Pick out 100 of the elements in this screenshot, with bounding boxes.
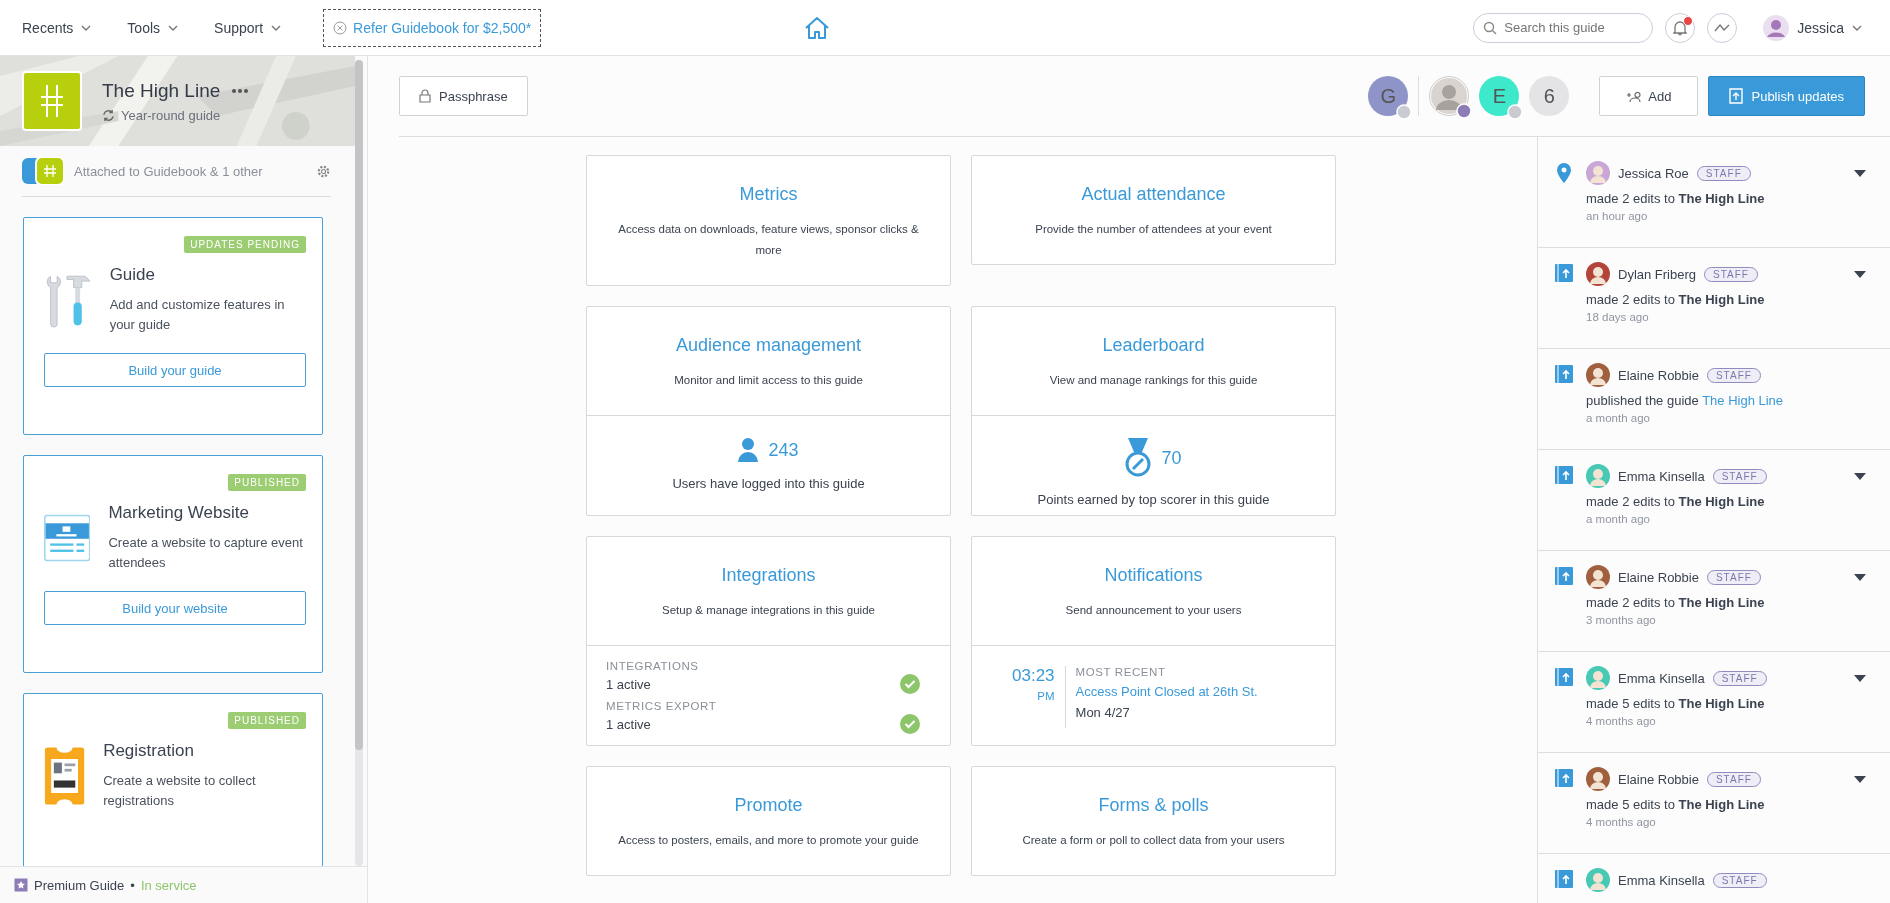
person-icon: [1430, 77, 1469, 115]
caret-icon: [1854, 674, 1866, 682]
staff-badge: STAFF: [1696, 165, 1751, 181]
stat-value: 70: [1161, 447, 1182, 469]
product-description: Create a website to collect registrations: [103, 772, 257, 810]
notification-period: PM: [1036, 690, 1055, 702]
search-field[interactable]: Search this guide: [1473, 12, 1654, 43]
caret-icon: [1854, 472, 1866, 480]
tool-description: Monitor and limit access to this guide: [673, 373, 864, 388]
publish-icon: [1729, 88, 1744, 104]
stat-caption: Users have logged into this guide: [671, 476, 866, 491]
guide-title: The High Line: [102, 79, 221, 102]
user-name: Emma Kinsella: [1618, 670, 1705, 686]
tool-description: Setup & manage integrations in this guide: [661, 603, 876, 618]
star-icon: [14, 878, 28, 892]
passphrase-button[interactable]: Passphrase: [399, 76, 528, 116]
close-icon: [333, 20, 348, 35]
upload-icon: [1555, 567, 1573, 585]
activity-button[interactable]: [1707, 12, 1738, 43]
status-badge: UPDATES PENDING: [184, 236, 306, 253]
tool-title: Leaderboard: [1101, 335, 1206, 356]
add-button[interactable]: Add: [1599, 76, 1699, 116]
attached-text: Attached to Guidebook & 1 other: [74, 163, 264, 179]
activity-text: made 2 edits to The High Line: [1586, 595, 1766, 610]
person-icon: [738, 438, 759, 462]
plan-status: In service: [140, 877, 197, 893]
activity-text: made 2 edits to The High Line: [1586, 191, 1766, 206]
tool-card[interactable]: Audience management Monitor and limit access to this guide 243 Users have logged into this guide: [586, 306, 951, 516]
activity-time: 4 months ago: [1586, 816, 1657, 828]
plan-name: Premium Guide: [34, 877, 125, 893]
settings-icon[interactable]: [316, 163, 331, 179]
tool-description: View and manage rankings for this guide: [1048, 373, 1259, 388]
upload-icon: [1555, 365, 1573, 383]
tool-card[interactable]: Integrations Setup & manage integrations in this guide INTEGRATIONS 1 active METRICS EXPORT 1 active: [586, 536, 951, 746]
product-title: Guide: [109, 265, 156, 285]
tool-card[interactable]: Leaderboard View and manage rankings for this guide 70 Points earned by top scorer in this guide: [971, 306, 1336, 516]
integration-value: 1 active: [606, 676, 651, 692]
location-pin-icon: [1557, 163, 1571, 183]
user-menu[interactable]: Jessica: [1757, 13, 1868, 42]
staff-badge: STAFF: [1712, 670, 1767, 686]
more-collaborators-count[interactable]: 6: [1529, 76, 1570, 116]
stat-caption: Points earned by top scorer in this guide: [1036, 492, 1271, 507]
bell-icon: [1673, 19, 1688, 36]
product-title: Registration: [103, 741, 195, 761]
integration-label: METRICS EXPORT: [606, 700, 718, 712]
expand-caret[interactable]: [1854, 573, 1866, 581]
activity-text: made 5 edits to The High Line: [1586, 696, 1766, 711]
user-name: Emma Kinsella: [1618, 872, 1705, 888]
staff-badge: STAFF: [1704, 266, 1758, 282]
notification-label: MOST RECENT: [1075, 666, 1167, 678]
caret-icon: [1854, 573, 1866, 581]
activity-time: a month ago: [1586, 513, 1651, 525]
notification-time: 03:23: [1012, 666, 1055, 686]
activity-time: 3 months ago: [1586, 614, 1657, 626]
tool-card[interactable]: Promote Access to posters, emails, and more to promote your guide: [586, 766, 951, 876]
product-title: Marketing Website: [108, 503, 250, 523]
menu-button[interactable]: Support: [214, 15, 282, 40]
status-badge: PUBLISHED: [228, 474, 306, 491]
user-name: Elaine Robbie: [1618, 569, 1699, 585]
tool-title: Forms & polls: [1097, 795, 1210, 816]
tool-card[interactable]: Metrics Access data on downloads, feature views, sponsor clicks & more: [586, 155, 951, 286]
expand-caret[interactable]: [1854, 775, 1866, 783]
separator-dot: •: [130, 877, 135, 893]
tool-title: Notifications: [1103, 565, 1204, 586]
tool-description: Provide the number of attendees at your event: [1034, 222, 1273, 237]
more-icon[interactable]: [232, 88, 249, 93]
logo-icon: [22, 71, 82, 131]
staff-badge: STAFF: [1706, 771, 1761, 787]
staff-badge: STAFF: [1712, 468, 1767, 484]
add-person-icon: [1626, 90, 1643, 102]
home-icon[interactable]: [804, 15, 831, 40]
scrollbar[interactable]: [355, 60, 363, 866]
expand-caret[interactable]: [1854, 472, 1866, 480]
chevron-down-icon: [1852, 24, 1862, 31]
user-name: Elaine Robbie: [1618, 367, 1699, 383]
tool-card[interactable]: Forms & polls Create a form or poll to collect data from your users: [971, 766, 1336, 876]
tool-card[interactable]: Notifications Send announcement to your users 03:23 PM MOST RECENT Access Point Closed at 26th St. Mon 4/27: [971, 536, 1336, 746]
tool-title: Promote: [733, 795, 804, 816]
user-name: Elaine Robbie: [1618, 771, 1699, 787]
chevron-down-icon: [168, 24, 179, 31]
tool-title: Integrations: [720, 565, 817, 586]
expand-caret[interactable]: [1854, 270, 1866, 278]
upload-icon: [1555, 769, 1573, 787]
collaborator-avatar[interactable]: [1429, 76, 1470, 116]
caret-icon: [1854, 169, 1866, 177]
activity-text: made 5 edits to The High Line: [1586, 797, 1766, 812]
expand-caret[interactable]: [1854, 169, 1866, 177]
upload-icon: [1555, 870, 1573, 888]
menu-button[interactable]: Recents: [22, 15, 92, 40]
notifications-button[interactable]: [1665, 12, 1696, 43]
lock-icon: [419, 89, 431, 103]
activity-text: made 2 edits to The High Line: [1586, 292, 1766, 307]
menu-button[interactable]: Tools: [127, 15, 179, 40]
expand-caret[interactable]: [1854, 674, 1866, 682]
tool-title: Actual attendance: [1080, 184, 1227, 205]
upload-icon: [1555, 466, 1573, 484]
medal-icon: [1125, 438, 1152, 478]
tool-card[interactable]: Actual attendance Provide the number of attendees at your event: [971, 155, 1336, 265]
activity-time: 4 months ago: [1586, 715, 1657, 727]
notification-date: Mon 4/27: [1075, 705, 1131, 720]
